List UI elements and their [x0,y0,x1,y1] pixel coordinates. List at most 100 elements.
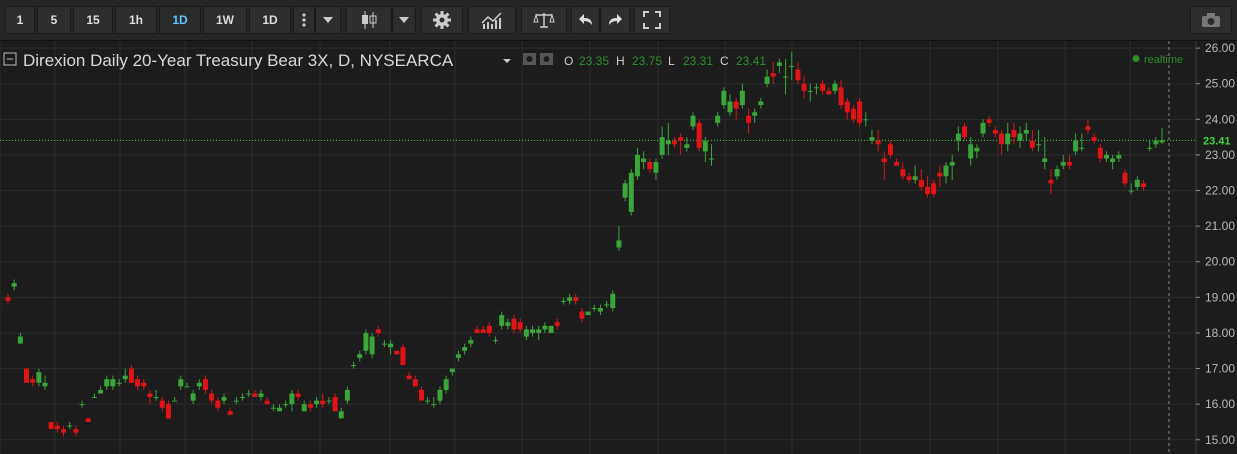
candle-body [264,400,270,405]
candle-body [400,347,406,365]
candle-body [1091,137,1097,141]
candle-body [523,329,529,337]
candle-body [363,332,369,351]
candle-body [91,397,97,399]
compare-button[interactable] [521,6,567,34]
interval-label: 1W [216,13,234,27]
y-tick-label: 16.00 [1205,397,1235,411]
candle-body [85,418,91,422]
gear-icon [433,11,451,29]
settings-button[interactable] [421,6,463,34]
interval-15-button[interactable]: 15 [73,6,113,34]
y-tick-label: 24.00 [1205,112,1235,126]
candle-body [1017,133,1023,141]
candle-body [505,322,511,326]
candle-body [116,382,122,384]
candle-body [955,133,961,141]
interval-dropdown-button[interactable] [315,6,341,34]
candle-body [443,379,449,390]
candle-body [375,329,381,333]
interval-1d-button[interactable]: 1D [159,6,201,34]
undo-button[interactable] [571,6,600,34]
fullscreen-button[interactable] [634,6,670,34]
candle-body [1097,147,1103,159]
price-axis[interactable] [1196,41,1237,454]
candle-3 [24,368,30,383]
candle-body [887,144,893,155]
candle-112 [696,119,702,152]
candle-body [776,62,782,66]
screenshot-button[interactable] [1190,6,1232,34]
candle-body [838,87,844,106]
more-intervals-button[interactable] [293,6,315,34]
candle-body [844,101,850,113]
candle-body [110,379,116,387]
candle-body [277,407,283,412]
candle-body [215,400,221,408]
candle-body [548,325,554,333]
candle-body [326,400,332,402]
candle-body [968,144,974,159]
candle-body [702,140,708,152]
interval-5-button[interactable]: 5 [37,6,71,34]
candle-body [597,308,603,312]
chart-type-dropdown-button[interactable] [392,6,416,34]
candle-body [536,329,542,333]
candle-body [221,397,227,401]
y-tick-label: 20.00 [1205,255,1235,269]
candle-body [159,400,165,408]
candle-body [11,283,17,287]
candle-body [912,176,918,180]
candle-138 [857,97,863,127]
candle-58 [363,329,369,355]
candle-body [240,397,246,399]
candle-body [999,133,1005,145]
candle-body [42,382,48,387]
candle-body [585,311,591,316]
candle-body [295,393,301,398]
candle-body [172,400,178,402]
candle-body [1085,126,1091,131]
price-chart[interactable]: 15.00 16.00 17.00 18.00 19.00 20.00 21.00 22.00… [0,41,1237,454]
indicators-button[interactable] [468,6,516,34]
candle-body [918,179,924,187]
candle-body [801,83,807,91]
candle-body [122,375,128,380]
chart-title[interactable]: Direxion Daily 20-Year Treasury Bear 3X,… [23,51,454,70]
candle-body [591,308,597,310]
redo-button[interactable] [600,6,630,34]
interval-1w-button[interactable]: 1W [203,6,247,34]
candle-body [653,162,659,173]
interval-label: 1D [262,13,278,27]
candle-13 [85,418,91,422]
candle-body [894,162,900,166]
chart-type-button[interactable] [346,6,392,34]
candle-body [678,137,684,141]
y-tick-label: 15.00 [1205,433,1235,447]
interval-1d-extra-button[interactable]: 1D [249,6,291,34]
y-tick-label: 18.00 [1205,326,1235,340]
candle-body [684,144,690,148]
candle-body [931,183,937,195]
y-tick-label: 17.00 [1205,362,1235,376]
candle-body [73,429,79,433]
candle-body [338,411,344,419]
candle-body [517,322,523,330]
candle-body [394,350,400,355]
candle-body [283,404,289,406]
candle-body [1110,158,1116,163]
interval-1h-button[interactable]: 1h [115,6,157,34]
candle-body [147,393,153,398]
candle-body [54,425,60,430]
candle-body [48,421,54,430]
candle-body [616,240,622,248]
interval-1-button[interactable]: 1 [5,6,35,34]
low-label: L [668,54,675,68]
toolbar: 1 5 15 1h 1D 1W 1D [0,0,1237,41]
candle-body [499,315,505,326]
candle-body [604,304,610,306]
candle-body [61,429,67,433]
candle-63 [394,350,400,355]
candle-88 [548,325,554,333]
candle-body [881,158,887,163]
